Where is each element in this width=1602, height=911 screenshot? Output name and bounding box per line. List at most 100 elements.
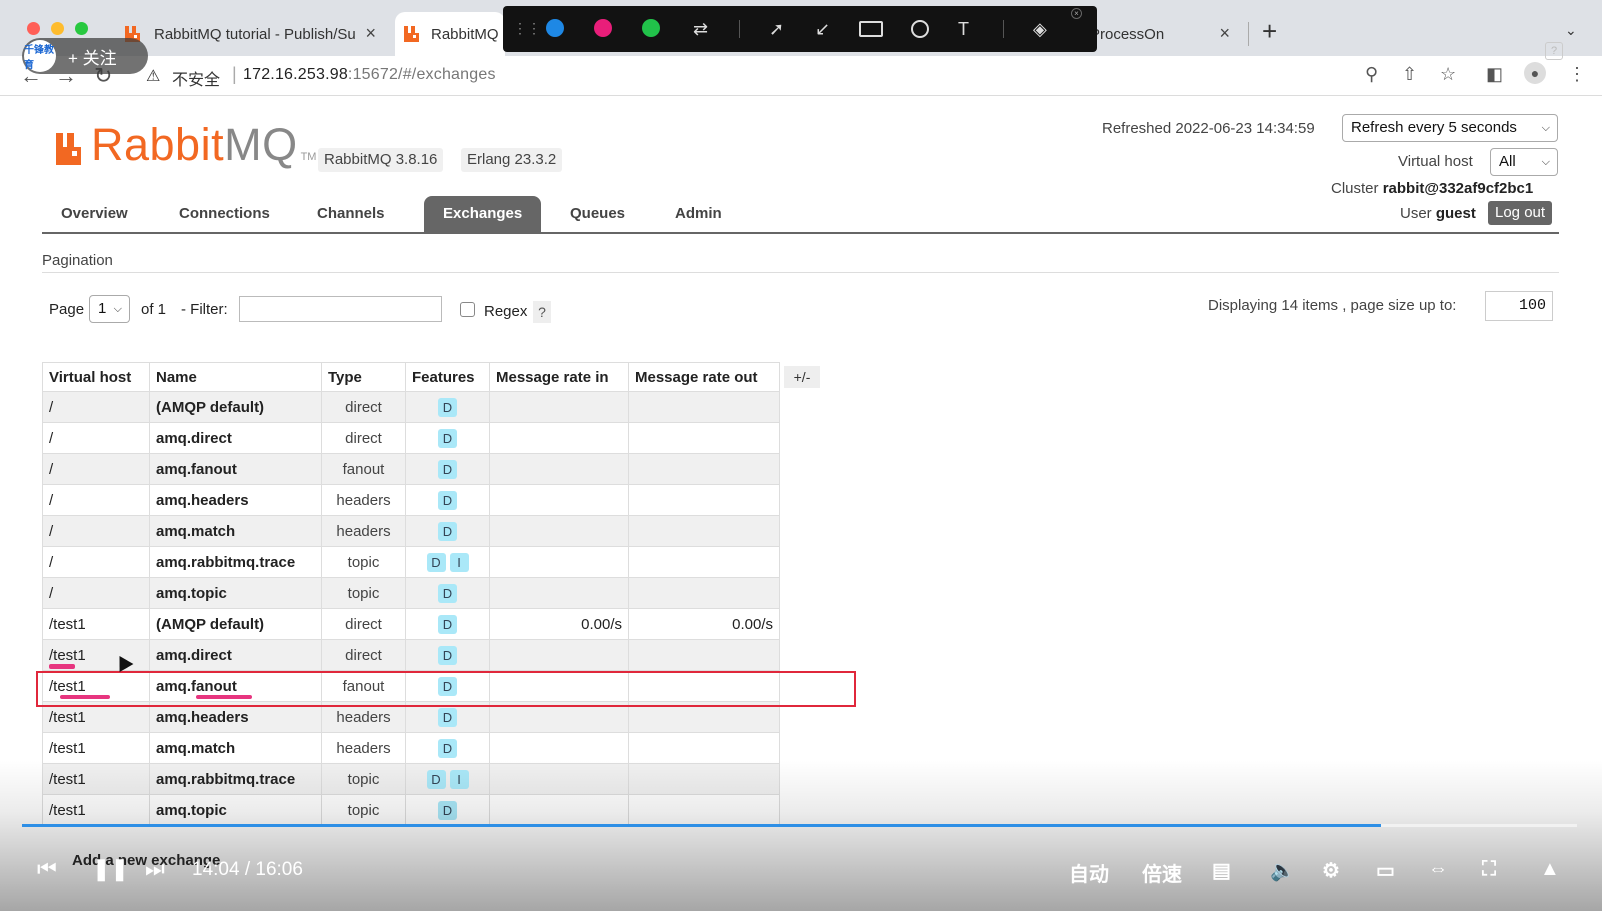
tab-connections[interactable]: Connections — [160, 196, 289, 233]
table-row[interactable]: / (AMQP default) direct D — [42, 391, 780, 423]
table-row[interactable]: / amq.rabbitmq.trace topic D I — [42, 546, 780, 578]
address-bar-url[interactable]: 172.16.253.98:15672/#/exchanges — [243, 66, 496, 84]
danmaku-toggle-icon[interactable]: ▤ — [1212, 858, 1231, 883]
cell-exchange-name[interactable]: (AMQP default) — [149, 391, 322, 423]
page-select[interactable]: 1 ⌵ — [89, 295, 130, 323]
text-icon[interactable]: T — [958, 19, 969, 39]
drag-handle-icon[interactable]: ⋮⋮ — [513, 20, 541, 40]
cell-exchange-name[interactable]: amq.match — [149, 515, 322, 547]
circle-icon[interactable] — [911, 20, 929, 38]
minimize-window-icon[interactable] — [51, 22, 64, 35]
close-toolbar-icon[interactable]: × — [1071, 8, 1082, 19]
volume-icon[interactable]: 🔈 — [1270, 858, 1295, 883]
tab-exchanges[interactable]: Exchanges — [424, 196, 542, 233]
col-name[interactable]: Name — [149, 362, 322, 392]
table-row[interactable]: /test1 (AMQP default) direct D 0.00/s 0.00/s — [42, 608, 780, 640]
maximize-window-icon[interactable] — [75, 22, 88, 35]
feature-badge: D — [438, 397, 457, 417]
cell-rate-in — [489, 639, 629, 671]
close-window-icon[interactable] — [27, 22, 40, 35]
screen: RabbitMQ tutorial - Publish/Su × RabbitM… — [0, 0, 1602, 911]
follow-badge[interactable]: 千锋教育 + 关注 — [22, 38, 148, 74]
cell-exchange-name[interactable]: amq.headers — [149, 484, 322, 516]
share-icon[interactable]: ⇧ — [1402, 64, 1417, 85]
tab-queues[interactable]: Queues — [551, 196, 644, 233]
tab-admin[interactable]: Admin — [656, 196, 741, 233]
filter-input[interactable] — [239, 296, 442, 322]
tab-rabbitmq-tutorial[interactable]: RabbitMQ tutorial - Publish/Su × — [124, 12, 384, 56]
column-toggle-button[interactable]: +/- — [784, 366, 820, 388]
color-pink-icon[interactable] — [594, 19, 612, 37]
feature-badge: D — [438, 614, 457, 634]
widescreen-icon[interactable]: ⇔ — [1428, 858, 1448, 881]
time-separator: / — [244, 859, 251, 880]
tab-search-chevron-icon[interactable]: ⌄ — [1565, 22, 1577, 39]
tab-close-icon[interactable]: × — [365, 23, 376, 44]
cell-rate-out — [628, 577, 780, 609]
highlight-underline — [196, 695, 252, 699]
previous-icon[interactable]: ⏮ — [37, 856, 57, 882]
cell-exchange-name[interactable]: amq.fanout — [149, 453, 322, 485]
cell-exchange-name[interactable]: amq.rabbitmq.trace — [149, 546, 322, 578]
table-row[interactable]: /test1 amq.match headers D — [42, 732, 780, 764]
rectangle-icon[interactable] — [859, 21, 883, 37]
quality-auto-button[interactable]: 自动 — [1069, 858, 1109, 887]
tab-rabbitmq-active[interactable]: RabbitMQ — [395, 12, 505, 56]
table-row[interactable]: / amq.direct direct D — [42, 422, 780, 454]
col-rate-in[interactable]: Message rate in — [489, 362, 629, 392]
arrow-icon[interactable]: ↙ — [815, 19, 830, 39]
pagination-toggle[interactable]: Pagination — [42, 252, 113, 269]
erlang-version-badge: Erlang 23.3.2 — [461, 148, 563, 172]
cell-exchange-name[interactable]: amq.direct — [149, 639, 322, 671]
cell-exchange-name[interactable]: amq.topic — [149, 577, 322, 609]
key-icon[interactable]: ⚲ — [1365, 64, 1378, 85]
table-row[interactable]: / amq.match headers D — [42, 515, 780, 547]
side-panel-icon[interactable]: ◧ — [1486, 64, 1503, 85]
eraser-icon[interactable]: ◈ — [1033, 19, 1047, 39]
bookmark-star-icon[interactable]: ☆ — [1440, 64, 1456, 85]
fullscreen-icon[interactable]: ⛶ — [1482, 858, 1496, 881]
video-progress-bar[interactable] — [22, 824, 1577, 827]
col-type[interactable]: Type — [321, 362, 406, 392]
warning-icon[interactable]: ⚠ — [146, 66, 160, 86]
tab-channels[interactable]: Channels — [298, 196, 404, 233]
table-row[interactable]: / amq.fanout fanout D — [42, 453, 780, 485]
channel-logo-icon[interactable]: ▲ — [1540, 858, 1560, 881]
shuffle-icon[interactable]: ⇄ — [693, 19, 708, 39]
settings-gear-icon[interactable]: ⚙ — [1322, 858, 1340, 883]
col-virtual-host[interactable]: Virtual host — [42, 362, 150, 392]
color-blue-icon[interactable] — [546, 19, 564, 37]
color-green-icon[interactable] — [642, 19, 660, 37]
table-row[interactable]: / amq.headers headers D — [42, 484, 780, 516]
cell-exchange-name[interactable]: amq.direct — [149, 422, 322, 454]
cell-features: D — [405, 515, 490, 547]
regex-help-button[interactable]: ? — [533, 301, 551, 323]
cell-exchange-name[interactable]: amq.match — [149, 732, 322, 764]
virtual-host-select[interactable]: All ⌵ — [1490, 148, 1558, 176]
profile-avatar-icon[interactable]: ● — [1524, 62, 1546, 84]
tab-overview[interactable]: Overview — [42, 196, 147, 233]
table-row[interactable]: /test1 amq.direct direct D — [42, 639, 780, 671]
cell-virtual-host: / — [42, 422, 150, 454]
new-tab-button[interactable]: + — [1262, 16, 1277, 47]
pause-icon[interactable]: ❚❚ — [92, 856, 129, 882]
next-icon[interactable]: ⏭ — [145, 856, 165, 882]
refresh-interval-select[interactable]: Refresh every 5 seconds ⌵ — [1342, 114, 1558, 142]
cell-rate-in — [489, 391, 629, 423]
col-rate-out[interactable]: Message rate out — [628, 362, 780, 392]
tab-processon[interactable]: ProcessOn × — [1090, 12, 1240, 56]
table-row[interactable]: / amq.topic topic D — [42, 577, 780, 609]
playback-speed-button[interactable]: 倍速 — [1142, 858, 1182, 887]
help-overlay-icon[interactable]: ? — [1545, 42, 1563, 60]
more-menu-icon[interactable]: ⋮ — [1568, 64, 1586, 85]
cell-features: D — [405, 577, 490, 609]
refreshed-timestamp: Refreshed 2022-06-23 14:34:59 — [1102, 120, 1315, 137]
not-secure-label[interactable]: 不安全 — [172, 66, 220, 90]
regex-checkbox[interactable] — [460, 302, 475, 317]
tab-close-icon[interactable]: × — [1219, 23, 1230, 44]
feature-badge: D — [438, 645, 457, 665]
line-icon[interactable]: ➚ — [769, 19, 784, 39]
cell-exchange-name[interactable]: (AMQP default) — [149, 608, 322, 640]
page-size-input[interactable]: 100 — [1485, 291, 1553, 321]
picture-in-picture-icon[interactable]: ▭ — [1376, 858, 1395, 883]
